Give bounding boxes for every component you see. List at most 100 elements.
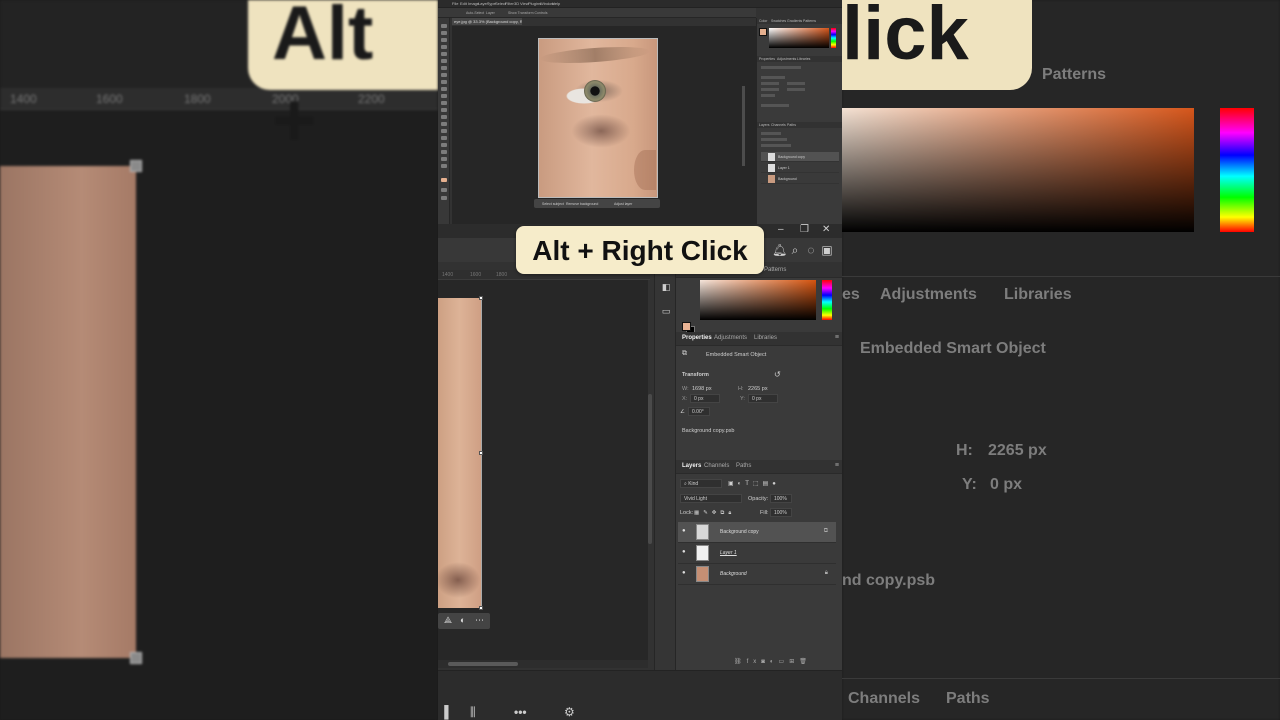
marquee-tool-icon[interactable] [441, 31, 447, 35]
stamp-tool-icon[interactable] [441, 87, 447, 91]
angle-field[interactable]: 0.00° [688, 407, 710, 416]
type-tool-icon[interactable] [441, 136, 447, 140]
eyedropper-tool-icon[interactable] [441, 66, 447, 70]
tab-layers[interactable]: Layers [759, 123, 770, 127]
dodge-tool-icon[interactable] [441, 122, 447, 126]
path-select-icon[interactable] [441, 143, 447, 147]
visibility-eye-icon[interactable]: ● [682, 549, 686, 555]
panel-menu-icon[interactable]: ≡ [835, 462, 839, 469]
color-field[interactable] [700, 280, 816, 320]
tab-adjustments[interactable]: Adjustments [777, 57, 796, 61]
crop-icon[interactable]: ⟁ [444, 615, 452, 626]
tab-paths[interactable]: Paths [736, 463, 751, 469]
settings-icon[interactable]: ⚙ [564, 705, 575, 719]
transform-handle[interactable] [479, 606, 483, 610]
y-field[interactable]: 0 px [748, 394, 778, 403]
panel-menu-icon[interactable]: ≡ [835, 334, 839, 341]
lock-icons[interactable]: ▦✎✥⧉🔒︎ [694, 510, 735, 517]
layer-row[interactable]: Background copy [761, 152, 839, 162]
color-panel-icon[interactable]: ◧ [659, 280, 673, 294]
heal-tool-icon[interactable] [441, 73, 447, 77]
layer-filter-select[interactable]: ⌕ Kind [680, 479, 722, 488]
tab-gradients[interactable]: Gradients [787, 19, 802, 23]
layer-option[interactable]: Layer [486, 11, 495, 15]
comment-icon[interactable]: ▭ [659, 304, 673, 318]
lasso-tool-icon[interactable] [441, 38, 447, 42]
align-icon[interactable]: ▐ [440, 705, 449, 719]
mask-icon[interactable]: ◐ [460, 615, 465, 625]
tab-properties[interactable]: Properties [759, 57, 775, 61]
tab-paths[interactable]: Paths [787, 123, 796, 127]
select-tool-icon[interactable] [441, 45, 447, 49]
visibility-eye-icon[interactable]: ● [682, 570, 686, 576]
workspace-icon[interactable]: ▣ [820, 243, 834, 257]
color-field[interactable] [769, 28, 829, 48]
tab-color[interactable]: Color [759, 19, 767, 23]
scroll-thumb[interactable] [448, 662, 518, 666]
tab-properties[interactable]: Properties [682, 335, 712, 341]
menu-item[interactable]: Edit [460, 1, 467, 6]
remove-background-button[interactable]: Remove background [566, 202, 598, 206]
layer-row[interactable]: Background [761, 174, 839, 184]
restore-icon[interactable]: ❐ [800, 224, 809, 235]
hand-tool-icon[interactable] [441, 157, 447, 161]
foreground-swatch[interactable] [682, 322, 691, 331]
history-brush-icon[interactable] [441, 94, 447, 98]
layer-row-layer-1[interactable]: ● Layer 1 [678, 543, 836, 564]
brush-tool-icon[interactable] [441, 80, 447, 84]
horizontal-scrollbar[interactable] [438, 660, 648, 668]
distribute-icon[interactable]: ⫼ [470, 705, 476, 720]
search-icon[interactable]: ⌕ [788, 243, 802, 257]
menu-item[interactable]: Help [552, 1, 560, 6]
hue-slider[interactable] [822, 280, 832, 320]
hue-slider[interactable] [831, 28, 836, 48]
menu-item[interactable]: 3D [514, 1, 519, 6]
transform-controls-option[interactable]: Show Transform Controls [508, 11, 548, 15]
shape-tool-icon[interactable] [441, 150, 447, 154]
h-value[interactable]: 2265 px [748, 386, 768, 392]
zoom-tool-icon[interactable] [441, 164, 447, 168]
gradient-tool-icon[interactable] [441, 108, 447, 112]
tab-libraries[interactable]: Libraries [754, 335, 777, 341]
more-icon[interactable]: ⋯ [475, 615, 484, 626]
blend-mode-select[interactable]: Vivid Light [680, 494, 742, 503]
adjust-layer-button[interactable]: Adjust layer [614, 202, 632, 206]
tab-channels[interactable]: Channels [704, 463, 729, 469]
layer-row-background[interactable]: ● Background 🔒︎ [678, 564, 836, 585]
x-field[interactable]: 0 px [690, 394, 720, 403]
close-icon[interactable]: ✕ [822, 224, 830, 235]
nose-photo[interactable] [438, 298, 482, 608]
auto-select-option[interactable]: Auto-Select [466, 11, 484, 15]
tab-adjustments[interactable]: Adjustments [714, 335, 747, 341]
bell-icon[interactable]: 🔔︎ [772, 243, 787, 257]
tab-swatches[interactable]: Swatches [771, 19, 786, 23]
vertical-scrollbar[interactable] [648, 394, 652, 544]
layer-row[interactable]: Layer 1 [761, 163, 839, 173]
layer-row-background-copy[interactable]: ● Background copy ⧉ [678, 522, 836, 543]
move-tool-icon[interactable] [441, 24, 447, 28]
eraser-tool-icon[interactable] [441, 101, 447, 105]
tab-patterns[interactable]: Patterns [764, 267, 786, 273]
fill-field[interactable]: 100% [770, 508, 792, 517]
foreground-swatch[interactable] [759, 28, 767, 36]
foreground-color-icon[interactable] [441, 178, 447, 182]
menu-item[interactable]: Filter [505, 1, 514, 6]
tab-layers[interactable]: Layers [682, 463, 701, 469]
layer-footer-icons[interactable]: ⛓fx◙◐▭⊞🗑︎ [734, 658, 812, 665]
more-icon[interactable]: ••• [514, 705, 527, 719]
w-value[interactable]: 1698 px [692, 386, 712, 392]
transform-handle[interactable] [479, 296, 483, 300]
vertical-scrollbar[interactable] [742, 86, 745, 166]
menu-item[interactable]: File [452, 1, 458, 6]
tab-libraries[interactable]: Libraries [797, 57, 810, 61]
tab-channels[interactable]: Channels [771, 123, 786, 127]
quick-mask-icon[interactable] [441, 188, 447, 192]
crop-tool-icon[interactable] [441, 52, 447, 56]
pen-tool-icon[interactable] [441, 129, 447, 133]
visibility-eye-icon[interactable]: ● [682, 528, 686, 534]
transform-handle[interactable] [479, 451, 483, 455]
learn-icon[interactable]: ◌ [804, 243, 818, 257]
blur-tool-icon[interactable] [441, 115, 447, 119]
tab-patterns[interactable]: Patterns [803, 19, 816, 23]
opacity-field[interactable]: 100% [770, 494, 792, 503]
